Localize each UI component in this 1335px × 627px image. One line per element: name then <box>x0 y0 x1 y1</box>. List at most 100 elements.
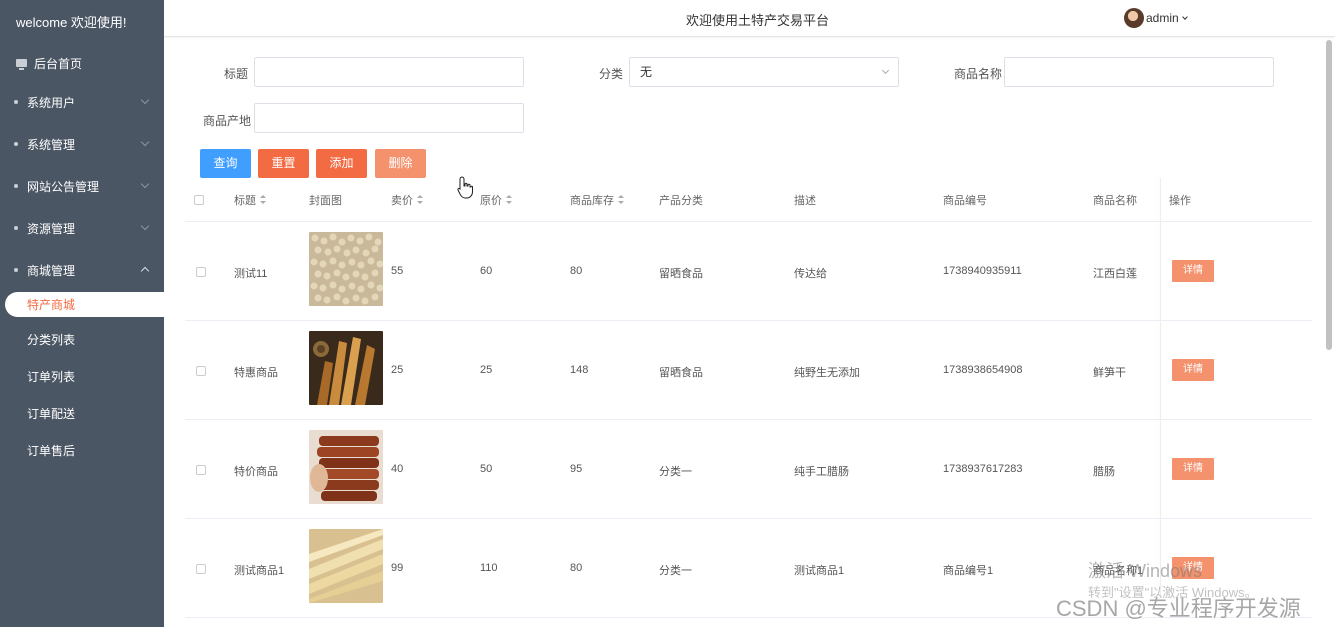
sausage-image <box>309 430 383 504</box>
cell-code: 1738937617283 <box>943 463 1023 475</box>
cell-price: 99 <box>391 562 404 574</box>
chevron-up-icon <box>140 266 150 276</box>
product-name-input[interactable] <box>1004 57 1274 87</box>
table-header: 标题 封面图 卖价 原价 商品库存 产品分类 描述 商品编号 商品名称 操作 <box>185 178 1312 222</box>
add-button[interactable]: 添加 <box>316 149 367 178</box>
cell-description: 纯手工腊肠 <box>794 466 849 478</box>
column-header-code: 商品编号 <box>943 195 987 207</box>
cell-price: 25 <box>391 364 404 376</box>
row-checkbox[interactable] <box>196 267 206 277</box>
dried-bamboo-image <box>309 331 383 405</box>
chevron-down-icon <box>140 221 150 231</box>
sidebar-welcome: welcome 欢迎使用! <box>16 15 127 30</box>
cell-original-price: 110 <box>480 562 498 574</box>
bullet-icon <box>14 142 18 146</box>
column-header-name: 商品名称 <box>1093 195 1137 207</box>
cell-stock: 148 <box>570 364 589 376</box>
select-all-checkbox[interactable] <box>194 195 204 205</box>
row-checkbox[interactable] <box>196 564 206 574</box>
query-button[interactable]: 查询 <box>200 149 251 178</box>
cell-name: 江西白莲 <box>1093 268 1137 280</box>
sidebar-menu-mall[interactable]: 商城管理 <box>0 249 164 291</box>
detail-button[interactable]: 详情 <box>1172 260 1214 282</box>
cell-category: 留晒食品 <box>659 268 703 280</box>
cell-original-price: 60 <box>480 265 493 277</box>
title-label: 标题 <box>224 67 249 81</box>
cell-price: 55 <box>391 265 404 277</box>
cell-title: 特价商品 <box>234 466 278 478</box>
cell-code: 1738938654908 <box>943 364 1023 376</box>
column-header-category: 产品分类 <box>659 195 703 207</box>
column-header-description: 描述 <box>794 195 816 207</box>
cell-code: 商品编号1 <box>943 565 994 577</box>
sidebar-item-home[interactable]: 后台首页 <box>0 45 164 81</box>
sidebar-menu-announcements[interactable]: 网站公告管理 <box>0 165 164 207</box>
cell-original-price: 25 <box>480 364 493 376</box>
column-header-actions: 操作 <box>1169 195 1191 207</box>
row-checkbox[interactable] <box>196 465 206 475</box>
origin-input[interactable] <box>254 103 524 133</box>
detail-button[interactable]: 详情 <box>1172 458 1214 480</box>
sidebar-menu-system-users[interactable]: 系统用户 <box>0 81 164 123</box>
cell-category: 分类一 <box>659 565 692 577</box>
avatar <box>1124 8 1144 28</box>
chevron-down-icon <box>881 66 890 75</box>
sort-icon[interactable] <box>260 195 266 205</box>
table-row: 特惠商品 25 25 148 留晒食品 纯野生无添加 1738938654908… <box>185 321 1312 420</box>
cell-stock: 80 <box>570 265 583 277</box>
chevron-down-icon <box>140 179 150 189</box>
sort-icon[interactable] <box>506 195 512 205</box>
table-row: 测试11 55 60 80 留晒食品 传达给 1738940935911 江西白… <box>185 222 1312 321</box>
detail-button[interactable]: 详情 <box>1172 359 1214 381</box>
column-header-original-price[interactable]: 原价 <box>480 192 512 208</box>
chevron-down-icon <box>1181 13 1188 20</box>
sidebar-menu-resources[interactable]: 资源管理 <box>0 207 164 249</box>
origin-label: 商品产地 <box>203 114 252 128</box>
sort-icon[interactable] <box>417 195 423 205</box>
category-select[interactable]: 无 <box>629 57 899 87</box>
reset-button[interactable]: 重置 <box>258 149 309 178</box>
sidebar-menu-system-manage[interactable]: 系统管理 <box>0 123 164 165</box>
chevron-down-icon <box>140 95 150 105</box>
sidebar-subitem-after-sales[interactable]: 订单售后 <box>0 432 164 469</box>
cell-description: 测试商品1 <box>794 565 845 577</box>
bullet-icon <box>14 268 18 272</box>
rice-noodle-image <box>309 529 383 603</box>
cell-category: 分类一 <box>659 466 692 478</box>
vertical-scrollbar[interactable] <box>1326 40 1332 350</box>
sidebar-subitem-category-list[interactable]: 分类列表 <box>0 321 164 358</box>
column-header-cover: 封面图 <box>309 195 342 207</box>
cell-stock: 95 <box>570 463 583 475</box>
sidebar-subitem-specialty-mall[interactable]: 特产商城 <box>5 292 164 317</box>
cell-name: 鲜笋干 <box>1093 367 1126 379</box>
title-input[interactable] <box>254 57 524 87</box>
sidebar-item-label: 系统用户 <box>27 95 76 110</box>
cell-category: 留晒食品 <box>659 367 703 379</box>
sidebar-subitem-order-list[interactable]: 订单列表 <box>0 358 164 395</box>
csdn-watermark: CSDN @专业程序开发源 <box>1056 596 1301 621</box>
sidebar: welcome 欢迎使用! 后台首页 系统用户 系统管理 网站公告管理 资源管理… <box>0 0 164 627</box>
sidebar-item-label: 网站公告管理 <box>27 179 100 194</box>
chevron-down-icon <box>140 137 150 147</box>
column-header-price[interactable]: 卖价 <box>391 192 423 208</box>
category-label: 分类 <box>599 67 624 81</box>
username: admin <box>1146 11 1179 25</box>
table-row: 特价商品 40 50 95 分类一 纯手工腊肠 1738937617283 腊肠… <box>185 420 1312 519</box>
sidebar-subitem-order-delivery[interactable]: 订单配送 <box>0 395 164 432</box>
hand-cursor-icon <box>457 176 473 199</box>
column-header-title[interactable]: 标题 <box>234 192 266 208</box>
cell-stock: 80 <box>570 562 583 574</box>
cell-original-price: 50 <box>480 463 493 475</box>
sidebar-item-label: 资源管理 <box>27 221 76 236</box>
row-checkbox[interactable] <box>196 366 206 376</box>
user-menu[interactable]: admin <box>1124 8 1188 28</box>
product-table: 标题 封面图 卖价 原价 商品库存 产品分类 描述 商品编号 商品名称 操作 测… <box>185 178 1312 618</box>
sort-icon[interactable] <box>618 195 624 205</box>
column-header-stock[interactable]: 商品库存 <box>570 192 624 208</box>
cell-title: 特惠商品 <box>234 367 278 379</box>
cell-price: 40 <box>391 463 404 475</box>
sidebar-item-label: 系统管理 <box>27 137 76 152</box>
delete-button[interactable]: 删除 <box>375 149 426 178</box>
cell-code: 1738940935911 <box>943 265 1022 277</box>
soybean-image <box>309 232 383 306</box>
